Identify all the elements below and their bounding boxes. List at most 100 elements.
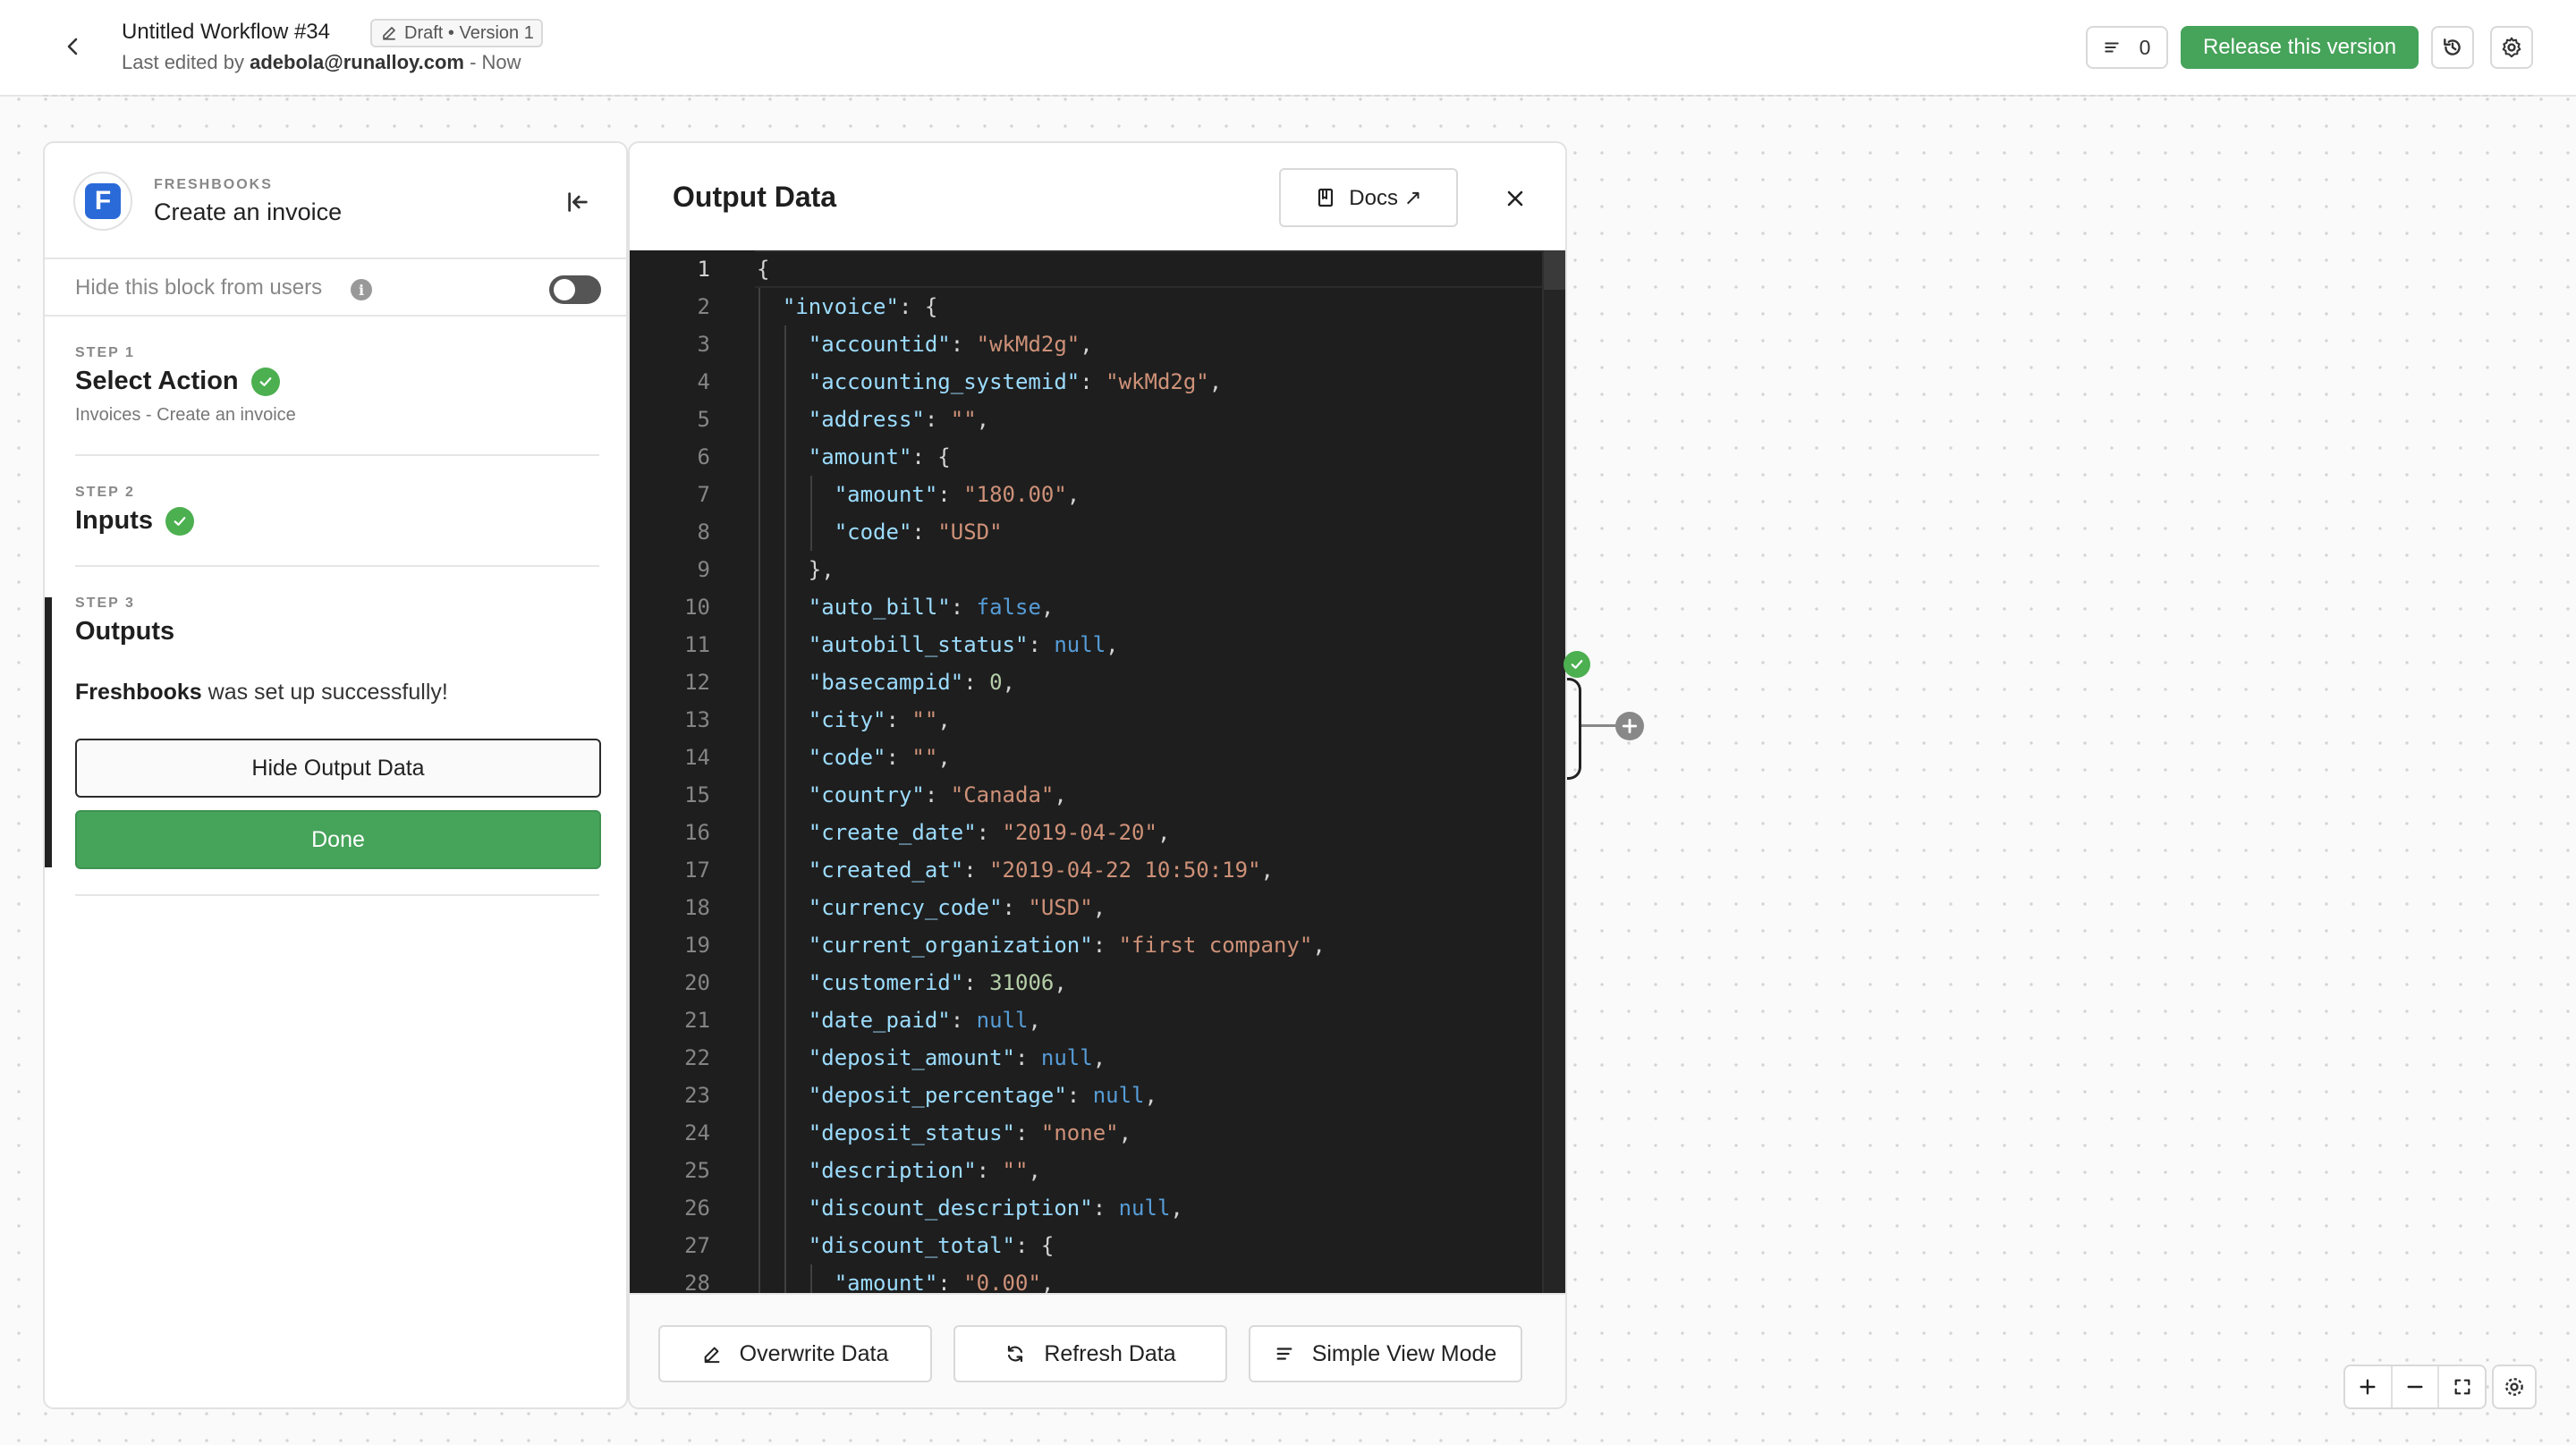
add-block-button[interactable] xyxy=(1615,712,1644,740)
step-title: Outputs xyxy=(75,617,174,646)
divider xyxy=(75,565,599,567)
fullscreen-icon xyxy=(2454,1379,2470,1395)
gear-icon xyxy=(2502,37,2521,58)
refresh-icon xyxy=(1008,1345,1023,1363)
info-icon[interactable]: i xyxy=(351,279,372,300)
line-number: 22 xyxy=(684,1045,710,1070)
line-number: 25 xyxy=(684,1158,710,1183)
minus-icon xyxy=(2407,1385,2423,1389)
code-line: "code": "USD" xyxy=(834,520,1003,545)
indent-guide xyxy=(784,325,786,1293)
canvas-settings-button[interactable] xyxy=(2492,1365,2537,1409)
fit-view-button[interactable] xyxy=(2439,1366,2485,1407)
code-line: "amount": "0.00", xyxy=(834,1271,1055,1293)
simple-view-mode-button[interactable]: Simple View Mode xyxy=(1249,1325,1522,1382)
freshbooks-logo: F xyxy=(73,172,132,231)
check-circle-icon xyxy=(165,506,194,536)
docs-button[interactable]: Docs ↗ xyxy=(1279,168,1458,227)
workflow-title[interactable]: Untitled Workflow #34 xyxy=(122,20,330,45)
block-provider: FRESHBOOKS xyxy=(154,177,273,192)
close-button[interactable] xyxy=(1497,181,1533,216)
plus-icon xyxy=(1622,718,1638,734)
hide-block-label: Hide this block from users xyxy=(75,275,323,300)
line-number: 27 xyxy=(684,1233,710,1258)
history-button[interactable] xyxy=(2431,26,2474,69)
editor-scrollbar-thumb[interactable] xyxy=(1544,250,1565,290)
step-select-action[interactable]: STEP 1 Select Action Invoices - Create a… xyxy=(75,345,296,426)
freshbooks-logo-mark: F xyxy=(85,183,121,219)
code-line: "date_paid": null, xyxy=(808,1008,1041,1033)
indent-guide xyxy=(758,288,760,1293)
line-number: 11 xyxy=(684,632,710,657)
status-badge: Draft • Version 1 xyxy=(370,19,543,47)
hide-block-toggle[interactable] xyxy=(549,275,601,304)
overwrite-data-button[interactable]: Overwrite Data xyxy=(658,1325,932,1382)
active-step-indicator xyxy=(45,597,52,867)
code-line: "auto_bill": false, xyxy=(808,595,1055,620)
code-line: "amount": "180.00", xyxy=(834,482,1080,507)
collapse-panel-button[interactable] xyxy=(560,184,596,220)
step-number: STEP 2 xyxy=(75,485,135,500)
check-circle-icon xyxy=(1563,651,1590,678)
back-button[interactable] xyxy=(55,29,91,64)
output-data-panel: Output Data Docs ↗ 1 2 3 4 5 6 7 8 9 10 11 12 13 14 15… xyxy=(628,141,1567,1409)
step-number: STEP 1 xyxy=(75,345,135,360)
code-line: "created_at": "2019-04-22 10:50:19", xyxy=(808,858,1274,883)
line-number: 12 xyxy=(684,670,710,695)
code-line: { xyxy=(757,257,770,282)
step-title: Select Action xyxy=(75,367,296,396)
code-line: "deposit_percentage": null, xyxy=(808,1083,1157,1108)
workflow-connector xyxy=(1567,678,1581,780)
indent-guide xyxy=(809,476,812,551)
code-line: "discount_description": null, xyxy=(808,1196,1183,1221)
success-app-name: Freshbooks xyxy=(75,680,202,705)
top-bar: Untitled Workflow #34 Draft • Version 1 … xyxy=(0,0,2576,97)
divider xyxy=(75,894,599,896)
zoom-in-button[interactable] xyxy=(2345,1366,2393,1407)
editor-scrollbar[interactable] xyxy=(1542,250,1565,1293)
code-line: "invoice": { xyxy=(782,294,938,319)
code-line: "discount_total": { xyxy=(808,1233,1055,1258)
step-number: STEP 3 xyxy=(75,596,135,611)
line-number: 21 xyxy=(684,1008,710,1033)
step-title-text: Select Action xyxy=(75,367,239,395)
simple-view-mode-label: Simple View Mode xyxy=(1311,1340,1497,1366)
line-number: 1 xyxy=(697,257,710,282)
line-number: 13 xyxy=(684,707,710,732)
code-line: }, xyxy=(808,557,835,582)
logs-counter-button[interactable]: 0 xyxy=(2086,26,2168,69)
code-line: "autobill_status": null, xyxy=(808,632,1119,657)
last-edited-user: adebola@runalloy.com xyxy=(250,51,464,73)
code-line: "country": "Canada", xyxy=(808,782,1067,807)
line-number: 26 xyxy=(684,1196,710,1221)
last-edited-suffix: - Now xyxy=(470,51,521,73)
divider xyxy=(75,454,599,456)
zoom-out-button[interactable] xyxy=(2393,1366,2440,1407)
hide-output-data-button[interactable]: Hide Output Data xyxy=(75,739,601,798)
step-outputs[interactable]: STEP 3 Outputs xyxy=(75,596,174,646)
line-number: 19 xyxy=(684,933,710,958)
counter-value: 0 xyxy=(2139,35,2151,59)
code-line: "currency_code": "USD", xyxy=(808,895,1106,920)
code-line: "address": "", xyxy=(808,407,990,432)
done-button[interactable]: Done xyxy=(75,810,601,869)
list-icon xyxy=(1276,1348,1292,1360)
current-line-highlight xyxy=(755,250,1565,288)
step-inputs[interactable]: STEP 2 Inputs xyxy=(75,485,194,536)
json-code-editor[interactable]: 1 2 3 4 5 6 7 8 9 10 11 12 13 14 15 16 17 18 19 20 21 22 23 24 2… xyxy=(630,250,1565,1293)
zoom-controls xyxy=(2343,1365,2487,1409)
line-number: 23 xyxy=(684,1083,710,1108)
line-number: 5 xyxy=(697,407,710,432)
code-line: "basecampid": 0, xyxy=(808,670,1015,695)
release-version-button[interactable]: Release this version xyxy=(2181,26,2419,69)
code-line: "deposit_status": "none", xyxy=(808,1120,1132,1145)
hide-block-row: Hide this block from users i xyxy=(45,259,626,317)
gear-icon xyxy=(2505,1378,2523,1396)
step-subtitle: Invoices - Create an invoice xyxy=(75,405,296,425)
settings-button[interactable] xyxy=(2490,26,2533,69)
refresh-data-button[interactable]: Refresh Data xyxy=(953,1325,1227,1382)
chevron-left-icon xyxy=(67,38,78,55)
last-edited: Last edited by adebola@runalloy.com - No… xyxy=(122,51,521,74)
code-line: "accountid": "wkMd2g", xyxy=(808,332,1093,357)
line-number: 17 xyxy=(684,858,710,883)
